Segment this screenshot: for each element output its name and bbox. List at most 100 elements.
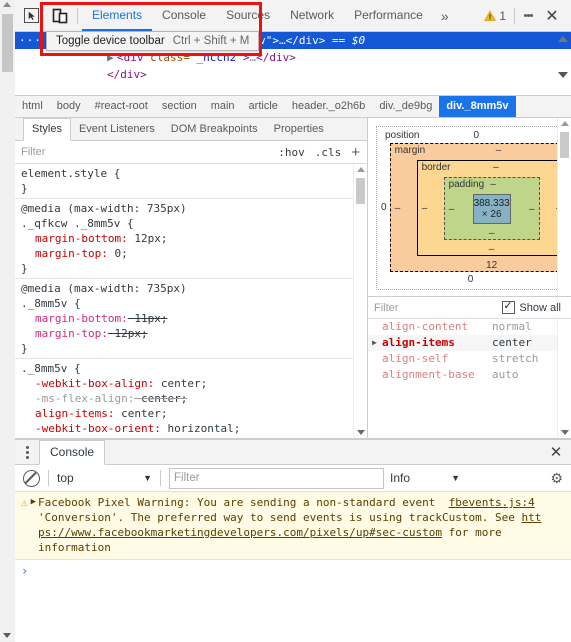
dom-row[interactable]: </div> — [15, 66, 571, 83]
scroll-up-arrow-icon[interactable] — [357, 167, 365, 172]
css-value[interactable]: horizontal; — [167, 422, 240, 435]
css-declaration[interactable]: align-items: center; — [21, 406, 367, 421]
computed-scrollbar[interactable] — [557, 319, 571, 438]
css-rule[interactable]: element.style { } — [15, 164, 367, 199]
breadcrumb-item-div-8mm5v[interactable]: div._8mm5v — [439, 96, 516, 117]
breadcrumb-item-article[interactable]: article — [242, 96, 285, 117]
computed-properties-list[interactable]: align-content normal ▶ align-items cente… — [368, 319, 571, 438]
drawer-tab-console[interactable]: Console — [39, 440, 106, 465]
expand-triangle-icon[interactable]: ▶ — [107, 49, 117, 66]
warning-count-badge[interactable]: 1 — [478, 9, 512, 23]
tab-performance[interactable]: Performance — [344, 0, 433, 31]
breadcrumb-item-body[interactable]: body — [50, 96, 88, 117]
css-value[interactable]: 12px; — [114, 327, 147, 340]
css-declaration[interactable]: margin-bottom: 12px; — [21, 231, 367, 246]
scroll-down-arrow-icon[interactable] — [357, 430, 365, 435]
tab-elements[interactable]: Elements — [82, 0, 152, 31]
hov-toggle-button[interactable]: :hov — [273, 146, 310, 159]
console-source-link[interactable]: fbevents.js:4 — [449, 496, 535, 509]
scrollbar-thumb[interactable] — [356, 178, 365, 204]
box-model-border-left[interactable]: – — [418, 203, 432, 214]
dom-row[interactable]: ▶ <div class="_hcch2">…</div> — [15, 49, 571, 66]
console-context-select[interactable]: top ▼ — [57, 471, 152, 485]
inspect-cursor-icon[interactable] — [18, 3, 44, 29]
clear-console-icon[interactable] — [23, 469, 40, 487]
css-rule[interactable]: ._8mm5v { -webkit-box-align: center; -ms… — [15, 359, 367, 438]
css-value[interactable]: center; — [121, 407, 167, 420]
dom-collapsed-dots[interactable]: ··· — [19, 34, 42, 47]
computed-property-row[interactable]: alignment-base auto — [368, 367, 571, 383]
box-model-border-bottom[interactable]: – — [418, 243, 566, 255]
tab-styles[interactable]: Styles — [23, 118, 71, 141]
console-level-select[interactable]: Info ▼ — [390, 471, 460, 485]
console-warning-message[interactable]: ⚠ ▶ Facebook Pixel Warning: You are send… — [15, 492, 571, 560]
tab-console[interactable]: Console — [152, 0, 216, 31]
checkbox-icon[interactable] — [502, 299, 516, 314]
scrollbar-thumb[interactable] — [2, 14, 13, 72]
console-url-link-part1[interactable]: htt — [522, 511, 542, 524]
drawer-menu-icon[interactable] — [15, 440, 39, 464]
tab-network[interactable]: Network — [280, 0, 344, 31]
scroll-down-arrow-icon[interactable] — [561, 430, 569, 435]
css-declaration-overridden[interactable]: margin-bottom: 11px; — [21, 311, 367, 326]
page-scrollbar[interactable] — [0, 0, 16, 642]
expand-triangle-icon[interactable]: ▶ — [372, 335, 382, 351]
console-url-link-part2[interactable]: ps://www.facebookmarketingdevelopers.com… — [38, 526, 442, 539]
box-model-border-top[interactable]: – — [493, 162, 499, 173]
box-model-padding-left[interactable]: – — [445, 204, 459, 215]
scroll-down-arrow-icon[interactable] — [3, 633, 11, 638]
gear-icon[interactable]: ⚙ — [550, 470, 563, 487]
box-model-position-top[interactable]: 0 — [474, 130, 480, 141]
tab-dom-breakpoints[interactable]: DOM Breakpoints — [163, 119, 266, 140]
box-model-padding-top[interactable]: – — [490, 179, 496, 190]
tab-properties[interactable]: Properties — [266, 119, 332, 140]
console-messages[interactable]: ⚠ ▶ Facebook Pixel Warning: You are send… — [15, 492, 571, 642]
box-model-diagram[interactable]: position 0 0 margin – – border – – paddi… — [368, 118, 571, 296]
css-declaration[interactable]: -webkit-box-orient: horizontal; — [21, 421, 367, 436]
box-model-content-size[interactable]: 388.333 × 26 — [472, 194, 511, 224]
css-value[interactable]: center; — [161, 377, 207, 390]
scrollbar-thumb[interactable] — [560, 132, 569, 158]
styles-scrollbar[interactable] — [353, 164, 367, 438]
css-declaration[interactable]: -webkit-box-align: center; — [21, 376, 367, 391]
breadcrumb-item-header[interactable]: header._o2h6b — [285, 96, 372, 117]
css-declaration-overridden[interactable]: margin-top: 12px; — [21, 326, 367, 341]
css-value[interactable]: 12px; — [134, 232, 167, 245]
tab-event-listeners[interactable]: Event Listeners — [71, 119, 163, 140]
breadcrumb-item-div-de9bg[interactable]: div._de9bg — [372, 96, 439, 117]
scroll-up-arrow-icon[interactable] — [3, 2, 11, 7]
show-all-checkbox[interactable]: Show all — [502, 299, 571, 314]
dom-scroll-down-icon[interactable] — [558, 72, 568, 78]
breadcrumb-item-main[interactable]: main — [204, 96, 242, 117]
scroll-up-arrow-icon[interactable] — [561, 121, 569, 126]
devtools-menu-icon[interactable] — [517, 5, 539, 27]
console-filter-input[interactable]: Filter — [169, 467, 384, 489]
close-devtools-icon[interactable]: ✕ — [539, 3, 565, 29]
box-model-margin-bottom[interactable]: 12 — [391, 259, 571, 271]
new-style-rule-button[interactable]: + — [346, 144, 367, 161]
expand-triangle-icon[interactable]: ▶ — [31, 495, 36, 555]
breadcrumb-item-react-root[interactable]: #react-root — [88, 96, 155, 117]
box-model-margin-top[interactable]: – — [496, 145, 502, 156]
box-model-margin-left[interactable]: – — [391, 203, 405, 214]
boxmodel-scrollbar[interactable] — [557, 118, 571, 296]
css-value[interactable]: 0; — [114, 247, 127, 260]
css-value[interactable]: center; — [141, 392, 187, 405]
cls-toggle-button[interactable]: .cls — [310, 146, 347, 159]
breadcrumb-item-section[interactable]: section — [155, 96, 204, 117]
css-declaration-overridden[interactable]: -ms-flex-align: center; — [21, 391, 367, 406]
styles-filter-input[interactable]: Filter — [15, 146, 273, 158]
computed-filter-input[interactable]: Filter — [368, 302, 502, 314]
computed-property-row[interactable]: align-self stretch — [368, 351, 571, 367]
css-rule[interactable]: @media (max-width: 735px) ._8mm5v { marg… — [15, 279, 367, 359]
close-drawer-icon[interactable]: ✕ — [541, 440, 571, 464]
styles-rules-list[interactable]: element.style { } @media (max-width: 735… — [15, 164, 367, 438]
device-toolbar-icon[interactable] — [47, 3, 73, 29]
computed-property-row[interactable]: ▶ align-items center — [368, 335, 571, 351]
console-prompt-row[interactable]: › — [15, 560, 571, 582]
css-value[interactable]: 11px; — [134, 312, 167, 325]
css-rule[interactable]: @media (max-width: 735px) ._qfkcw ._8mm5… — [15, 199, 367, 279]
box-model-position-bottom[interactable]: 0 — [381, 273, 560, 285]
more-tabs-icon[interactable]: » — [433, 8, 457, 24]
computed-property-row[interactable]: align-content normal — [368, 319, 571, 335]
